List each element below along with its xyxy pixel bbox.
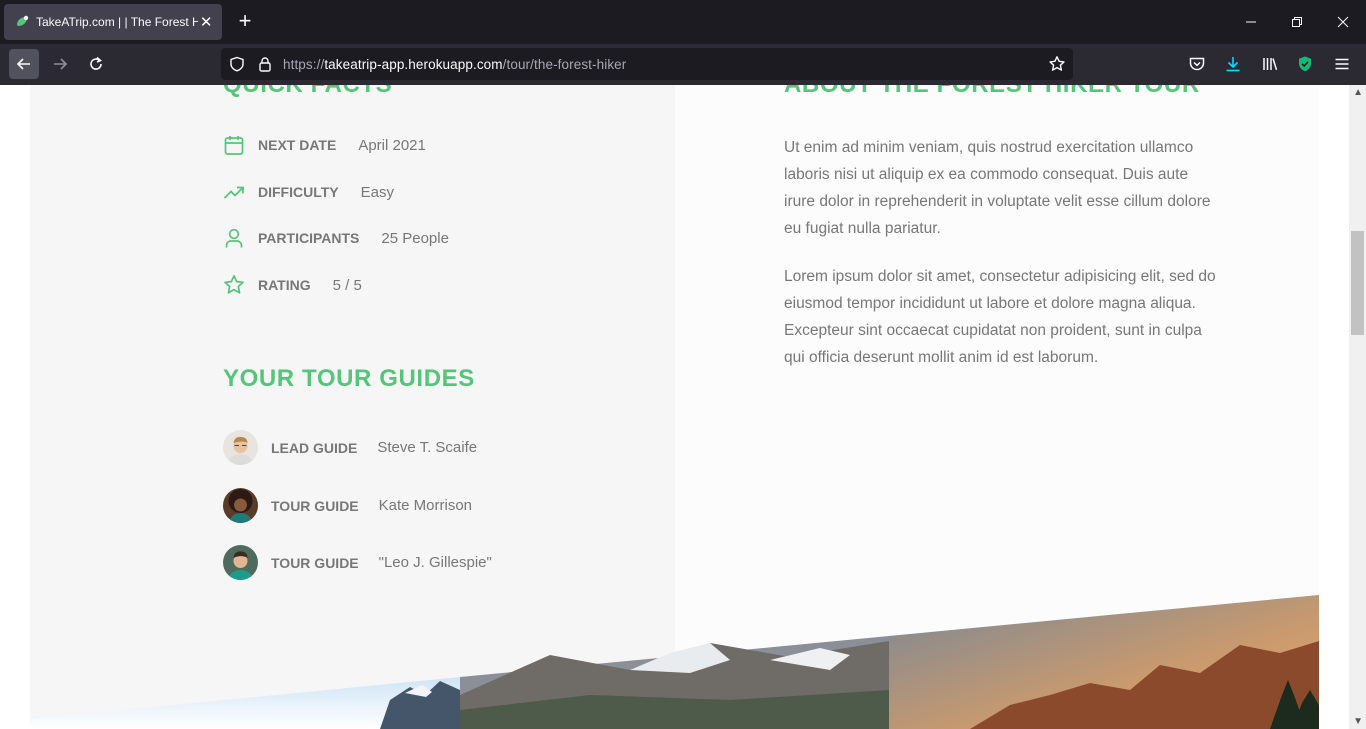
fact-label: NEXT DATE — [258, 137, 337, 153]
arrow-right-icon — [54, 58, 68, 70]
guide-item: TOUR GUIDE Kate Morrison — [223, 488, 472, 523]
pocket-icon[interactable] — [1187, 54, 1207, 74]
fact-value: Easy — [360, 183, 394, 201]
guide-role: LEAD GUIDE — [271, 439, 358, 456]
tab-bar: TakeATrip.com | | The Forest Hiker ✕ + — [0, 0, 1366, 44]
library-icon[interactable] — [1260, 54, 1280, 74]
url-text: https://takeatrip-app.herokuapp.com/tour… — [283, 57, 626, 72]
navigation-toolbar: https://takeatrip-app.herokuapp.com/tour… — [0, 44, 1366, 85]
guide-name: Kate Morrison — [378, 497, 473, 514]
guide-avatar — [223, 430, 258, 465]
fact-rating: RATING 5 / 5 — [223, 273, 362, 297]
scroll-up-icon[interactable]: ▲ — [1353, 87, 1363, 98]
tab-title: TakeATrip.com | | The Forest Hiker — [36, 15, 199, 29]
fact-next-date: NEXT DATE April 2021 — [223, 133, 426, 157]
tour-picture-2 — [460, 636, 889, 729]
fact-label: PARTICIPANTS — [258, 230, 360, 246]
reload-button[interactable] — [81, 49, 111, 79]
minimize-icon[interactable] — [1239, 10, 1263, 34]
close-window-icon[interactable] — [1331, 10, 1355, 34]
leaf-logo-icon — [14, 14, 30, 30]
scroll-down-icon[interactable]: ▼ — [1353, 716, 1363, 727]
about-paragraph: Lorem ipsum dolor sit amet, consectetur … — [784, 268, 1216, 366]
page-viewport: QUICK FACTS NEXT DATE April 2021 DIFFICU… — [0, 85, 1366, 729]
tab-close-icon[interactable]: ✕ — [198, 13, 214, 31]
bookmark-star-icon[interactable] — [1047, 54, 1067, 74]
user-icon — [223, 227, 245, 249]
guide-role: TOUR GUIDE — [271, 497, 359, 514]
url-host: takeatrip-app.herokuapp.com — [324, 56, 503, 72]
about-heading: ABOUT THE FOREST HIKER TOUR — [784, 85, 1200, 99]
calendar-icon — [223, 134, 245, 156]
new-tab-button[interactable]: + — [233, 10, 257, 34]
fact-value: April 2021 — [358, 136, 426, 154]
fact-participants: PARTICIPANTS 25 People — [223, 226, 449, 250]
trending-up-icon — [223, 181, 245, 203]
guide-name: Steve T. Scaife — [377, 439, 478, 456]
fact-label: RATING — [258, 277, 311, 293]
arrow-left-icon — [16, 58, 30, 70]
tour-picture-3 — [889, 595, 1319, 729]
fact-value: 5 / 5 — [332, 276, 362, 294]
tour-guides-heading: YOUR TOUR GUIDES — [223, 365, 475, 392]
back-button[interactable] — [9, 49, 39, 79]
page-scrollbar[interactable]: ▲ ▼ — [1349, 85, 1366, 729]
reload-icon — [90, 56, 102, 70]
restore-icon[interactable] — [1285, 10, 1309, 34]
about-paragraph: Ut enim ad minim veniam, quis nostrud ex… — [784, 139, 1211, 237]
forward-button[interactable] — [45, 49, 75, 79]
guide-avatar — [223, 488, 258, 523]
url-path: /tour/the-forest-hiker — [502, 56, 627, 72]
fact-value: 25 People — [381, 229, 449, 247]
fact-difficulty: DIFFICULTY Easy — [223, 180, 394, 204]
extension-shield-icon[interactable] — [1295, 54, 1315, 74]
fact-label: DIFFICULTY — [258, 184, 339, 200]
url-prefix: https:// — [283, 56, 325, 72]
shield-icon[interactable] — [227, 54, 247, 74]
scroll-thumb[interactable] — [1351, 231, 1364, 335]
guide-item: LEAD GUIDE Steve T. Scaife — [223, 430, 477, 465]
tour-picture-1 — [30, 677, 460, 729]
star-icon — [223, 274, 245, 296]
menu-icon[interactable] — [1332, 54, 1352, 74]
download-icon[interactable] — [1223, 54, 1243, 74]
lock-icon[interactable] — [255, 54, 275, 74]
address-bar[interactable]: https://takeatrip-app.herokuapp.com/tour… — [221, 48, 1073, 80]
tour-pictures — [30, 545, 1319, 729]
quick-facts-heading: QUICK FACTS — [223, 85, 392, 99]
browser-tab[interactable]: TakeATrip.com | | The Forest Hiker ✕ — [4, 4, 222, 40]
